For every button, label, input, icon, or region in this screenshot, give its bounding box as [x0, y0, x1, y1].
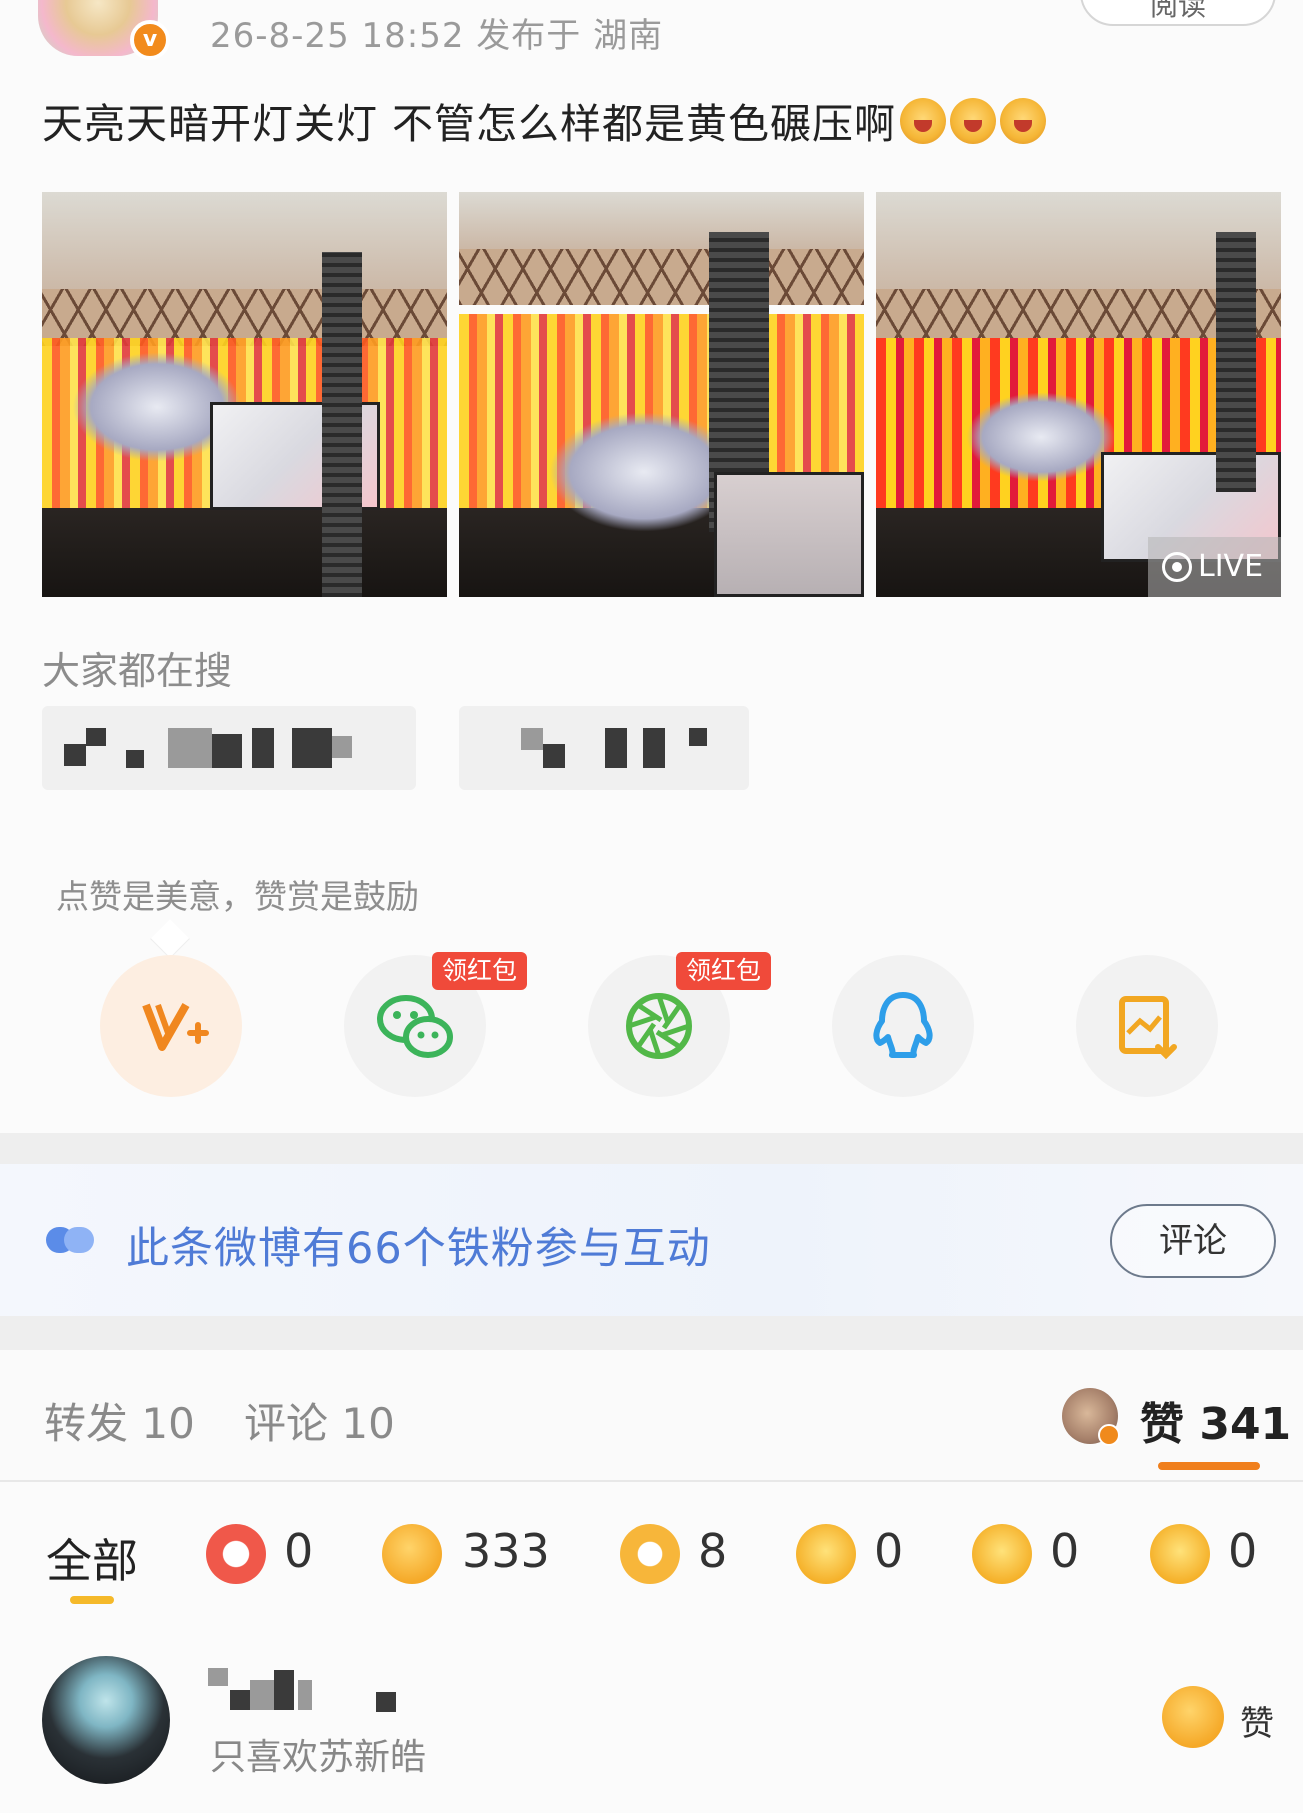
read-count-button[interactable]: 阅读 — [1080, 0, 1276, 26]
qq-icon — [873, 992, 933, 1058]
share-tip: 点赞是美意，赞赏是鼓励 — [56, 877, 419, 916]
comment-button[interactable]: 评论 — [1110, 1204, 1276, 1278]
search-chip-2[interactable] — [459, 706, 749, 790]
thumbs-up-icon[interactable] — [382, 1524, 442, 1584]
laugh-icon[interactable] — [796, 1524, 856, 1584]
search-section-title: 大家都在搜 — [42, 649, 233, 693]
heart-bubble-icon[interactable] — [620, 1524, 680, 1584]
commenter-avatar[interactable] — [42, 1656, 170, 1784]
search-chip-1[interactable] — [42, 706, 416, 790]
vplus-share-button[interactable] — [100, 955, 242, 1097]
reaction-count: 0 — [284, 1524, 314, 1578]
reaction-filter-all[interactable]: 全部 — [46, 1525, 138, 1591]
post-image-2[interactable] — [459, 192, 864, 597]
sad-icon[interactable] — [1150, 1524, 1210, 1584]
reaction-count: 333 — [462, 1524, 550, 1578]
qq-share-button[interactable] — [832, 955, 974, 1097]
tab-like[interactable]: 赞 341 — [1140, 1388, 1291, 1452]
commenter-bio: 只喜欢苏新皓 — [210, 1737, 427, 1778]
post-image-1[interactable] — [42, 192, 447, 597]
tab-comment[interactable]: 评论 10 — [244, 1390, 395, 1451]
reaction-count: 8 — [698, 1524, 728, 1578]
section-divider — [0, 1316, 1303, 1350]
hongbao-badge: 领红包 — [432, 952, 528, 990]
vplus-icon — [142, 1003, 209, 1051]
post-meta: 26-8-25 18:52 发布于 湖南 — [210, 16, 664, 56]
emoji-icon — [900, 98, 947, 144]
tab-like-label: 赞 — [1140, 1399, 1184, 1450]
active-tab-indicator — [1158, 1462, 1260, 1470]
live-badge: LIVE — [1148, 537, 1281, 597]
reward-heart-icon[interactable] — [206, 1524, 266, 1584]
reaction-count: 0 — [874, 1524, 904, 1578]
fan-bubble-icon — [46, 1227, 94, 1253]
reaction-count: 0 — [1050, 1524, 1080, 1578]
verified-badge-icon — [1098, 1424, 1120, 1446]
commenter-name-blurred[interactable] — [208, 1668, 408, 1714]
thumbs-up-icon[interactable] — [1162, 1686, 1224, 1748]
section-divider — [0, 1133, 1303, 1164]
like-label[interactable]: 赞 — [1240, 1696, 1274, 1745]
post-text-content: 天亮天暗开灯关灯 不管怎么样都是黄色碾压啊 — [42, 100, 897, 148]
tab-repost[interactable]: 转发 10 — [44, 1390, 195, 1451]
save-image-icon — [1119, 996, 1177, 1060]
post-text: 天亮天暗开灯关灯 不管怎么样都是黄色碾压啊 — [42, 90, 1047, 150]
fan-interaction-text: 此条微博有66个铁粉参与互动 — [126, 1224, 711, 1274]
emoji-icon — [950, 98, 997, 144]
hongbao-badge: 领红包 — [676, 952, 772, 990]
reaction-filter-indicator — [70, 1596, 114, 1604]
verified-badge-icon: v — [130, 20, 170, 60]
reaction-count: 0 — [1228, 1524, 1258, 1578]
surprise-icon[interactable] — [972, 1524, 1032, 1584]
tip-pointer — [150, 919, 190, 959]
tab-like-count: 341 — [1199, 1399, 1292, 1450]
emoji-icon — [1000, 98, 1047, 144]
save-image-button[interactable] — [1076, 955, 1218, 1097]
live-icon — [1162, 552, 1192, 582]
live-label: LIVE — [1198, 549, 1264, 584]
